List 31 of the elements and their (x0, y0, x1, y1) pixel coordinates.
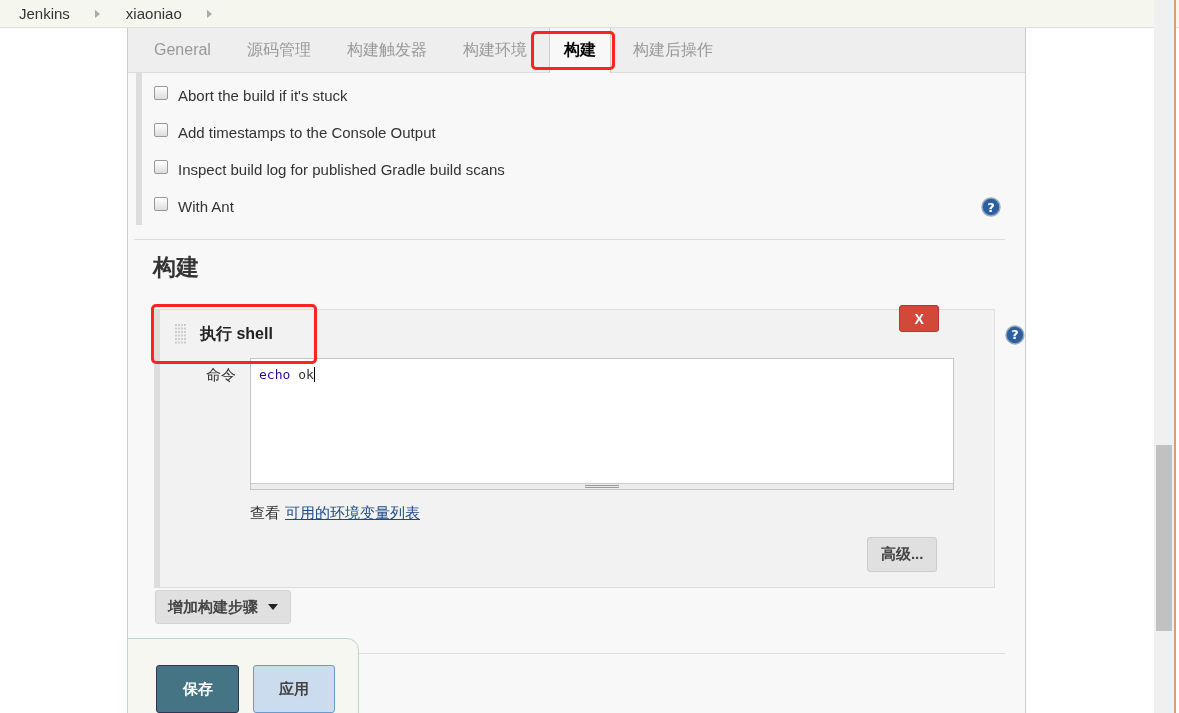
caret-icon (206, 8, 213, 19)
field-label: 命令 (205, 365, 237, 385)
save-button[interactable]: 保存 (156, 665, 239, 713)
delete-button[interactable]: X (899, 305, 940, 332)
step-title: 执行 shell (200, 323, 273, 344)
caret-icon (268, 604, 278, 610)
checkbox[interactable] (154, 122, 168, 137)
code-line: echo ok (258, 366, 316, 384)
checkbox[interactable] (154, 159, 168, 174)
option-label: With Ant (178, 198, 234, 215)
breadcrumb-link[interactable]: Jenkins (19, 5, 70, 22)
option-label: Add timestamps to the Console Output (178, 124, 436, 141)
drag-handle-icon[interactable] (174, 323, 188, 345)
command-editor[interactable]: echo ok (250, 358, 954, 490)
hint-text: 查看 (250, 504, 280, 523)
resize-handle[interactable] (251, 483, 953, 489)
tab[interactable]: 构建 (548, 28, 611, 73)
advanced-button[interactable]: 高级... (867, 537, 938, 572)
option-label: Inspect build log for published Gradle build scans (178, 161, 505, 178)
breadcrumb-link[interactable]: xiaoniao (125, 5, 182, 22)
help-icon[interactable]: ? (1005, 325, 1025, 345)
add-build-step-button[interactable]: 增加构建步骤 (155, 590, 291, 624)
option-label: Abort the build if it's stuck (178, 87, 348, 104)
env-vars-link[interactable]: 可用的环境变量列表 (285, 504, 420, 523)
scrollbar[interactable] (1154, 0, 1176, 713)
help-icon[interactable]: ? (981, 196, 1001, 217)
caret-icon (94, 8, 101, 19)
section-title: 构建 (153, 253, 200, 282)
apply-button[interactable]: 应用 (253, 665, 335, 713)
checkbox[interactable] (154, 85, 168, 100)
checkbox[interactable] (154, 196, 168, 211)
